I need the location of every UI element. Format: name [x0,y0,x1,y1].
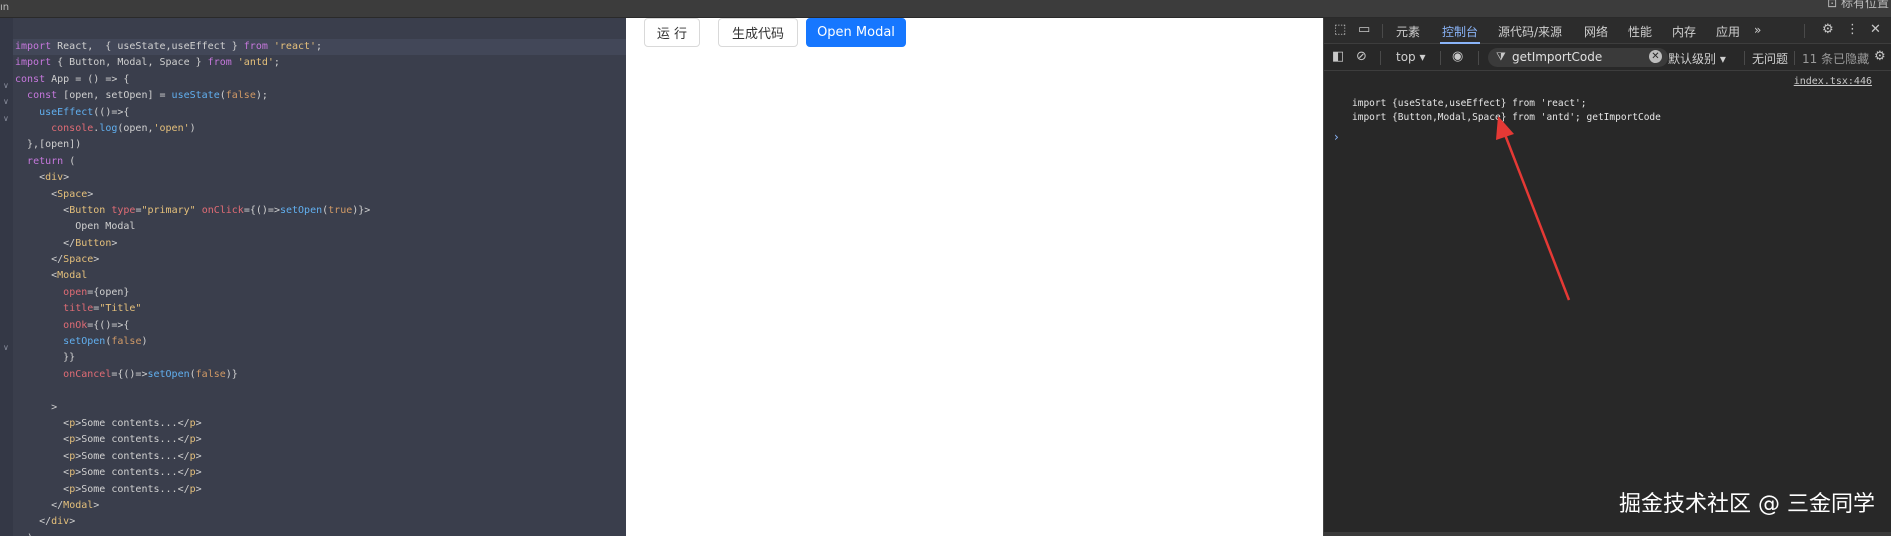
code-line[interactable]: <p>Some contents...</p> [15,416,370,432]
topbar-left-mark: ın [0,2,10,13]
code-line[interactable]: title="Title" [15,301,370,317]
arrow-shaft [1502,131,1571,301]
code-line[interactable]: </Button> [15,236,370,252]
horizontal-scrollbar[interactable] [1324,532,1891,536]
fold-chevron-icon[interactable]: ∨ [3,97,9,106]
arrow-head [1496,116,1514,140]
window-topbar: ın ⊡ 标有位置 [0,0,1891,18]
code-line[interactable]: onOk={()=>{ [15,318,370,334]
code-line[interactable]: open={open} [15,285,370,301]
code-line[interactable]: return ( [15,154,370,170]
code-line[interactable]: import { Button, Modal, Space } from 'an… [15,55,370,71]
open-modal-button[interactable]: Open Modal [806,18,906,47]
preview-pane: 运 行 生成代码 Open Modal [626,18,1323,536]
code-line[interactable] [15,383,370,399]
code-line[interactable]: console.log(open,'open') [15,121,370,137]
code-line[interactable]: > [15,400,370,416]
code-line[interactable]: <Button type="primary" onClick={()=>setO… [15,203,370,219]
devtools-panel: ⬚ ▭ 元素 控制台 源代码/来源 网络 性能 内存 应用 » ⚙ ⋮ ✕ ◧ … [1323,18,1891,536]
code-line[interactable]: const [open, setOpen] = useState(false); [15,88,370,104]
code-line[interactable]: </div> [15,514,370,530]
code-line[interactable]: import React, { useState,useEffect } fro… [15,39,370,55]
code-line[interactable]: const App = () => { [15,72,370,88]
fold-chevron-icon[interactable]: ∨ [3,81,9,90]
fold-chevron-icon[interactable]: ∨ [3,114,9,123]
code-line[interactable]: setOpen(false) [15,334,370,350]
code-line[interactable]: onCancel={()=>setOpen(false)} [15,367,370,383]
annotation-arrow [1496,116,1571,301]
code-line[interactable]: Open Modal [15,219,370,235]
editor-gutter [0,18,13,536]
code-content[interactable]: import React, { useState,useEffect } fro… [15,39,370,536]
code-line[interactable]: useEffect(()=>{ [15,105,370,121]
code-line[interactable]: </Space> [15,252,370,268]
watermark: 掘金技术社区 @ 三金同学 [1619,492,1875,517]
code-line[interactable]: }} [15,350,370,366]
code-line[interactable]: <div> [15,170,370,186]
code-line[interactable]: </Modal> [15,498,370,514]
code-line[interactable]: <Modal [15,268,370,284]
code-line[interactable]: <p>Some contents...</p> [15,449,370,465]
code-line[interactable]: ); [15,531,370,536]
fold-chevron-icon[interactable]: ∨ [3,343,9,352]
code-line[interactable]: <p>Some contents...</p> [15,465,370,481]
code-line[interactable]: <p>Some contents...</p> [15,432,370,448]
code-editor[interactable]: ∨ ∨ ∨ ∨ import React, { useState,useEffe… [0,18,626,536]
generate-code-button[interactable]: 生成代码 [718,18,798,47]
topbar-right-label[interactable]: ⊡ 标有位置 [1827,0,1889,11]
code-line[interactable]: <p>Some contents...</p> [15,482,370,498]
code-line[interactable]: <Space> [15,187,370,203]
run-button[interactable]: 运 行 [644,18,700,47]
code-line[interactable]: },[open]) [15,137,370,153]
